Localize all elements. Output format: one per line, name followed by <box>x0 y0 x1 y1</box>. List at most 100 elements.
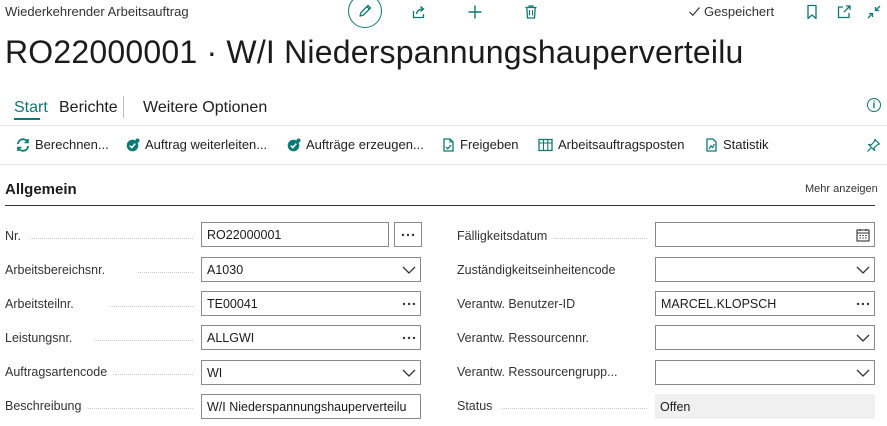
nr-assist-edit-button[interactable] <box>394 222 422 247</box>
arbeitsteilnr-value: TE00041 <box>207 296 258 311</box>
share-button[interactable] <box>411 4 427 20</box>
field-label-beschreibung: Beschreibung <box>5 399 82 413</box>
refresh-icon <box>17 137 29 152</box>
verantw-ressourcengruppe-dropdown[interactable] <box>655 360 875 385</box>
bookmark-icon <box>807 4 817 20</box>
tab-start[interactable]: Start <box>14 99 48 117</box>
section-title[interactable]: Allgemein <box>5 181 77 198</box>
action-freigeben[interactable]: Freigeben <box>442 137 519 152</box>
field-label-verantw-benutzer-id: Verantw. Benutzer-ID <box>457 297 576 311</box>
dropdown-toggle[interactable] <box>402 258 416 281</box>
collapse-arrows-icon <box>867 5 881 19</box>
pencil-icon <box>359 4 372 17</box>
auftragsartencode-value: WI <box>207 365 223 380</box>
field-label-zustaendigkeitseinheitencode: Zuständigkeitseinheitencode <box>457 263 616 277</box>
action-statistik-label: Statistik <box>723 137 769 152</box>
leader-dots <box>138 272 193 273</box>
zustaendigkeitseinheitencode-dropdown[interactable] <box>655 257 875 282</box>
dropdown-toggle[interactable] <box>402 361 416 384</box>
field-label-arbeitsbereichsnr: Arbeitsbereichsnr. <box>5 263 106 277</box>
new-button[interactable] <box>467 4 483 20</box>
status-field: Offen <box>655 394 875 419</box>
leader-dots <box>30 238 193 239</box>
date-picker-button[interactable] <box>856 223 870 246</box>
show-more-link[interactable]: Mehr anzeigen <box>805 183 878 195</box>
verantw-benutzer-id-value: MARCEL.KLOPSCH <box>661 296 777 311</box>
save-status: Gespeichert <box>688 4 774 19</box>
active-tab-indicator <box>14 118 40 120</box>
tab-berichte[interactable]: Berichte <box>59 99 118 117</box>
action-auftrag-weiterleiten[interactable]: Auftrag weiterleiten... <box>126 137 267 152</box>
dropdown-toggle[interactable] <box>856 361 870 384</box>
pin-icon <box>867 138 881 152</box>
trash-icon <box>525 5 537 19</box>
action-freigeben-label: Freigeben <box>460 137 519 152</box>
lookup-button[interactable] <box>856 292 870 315</box>
field-label-arbeitsteilnr: Arbeitsteilnr. <box>5 297 74 311</box>
edit-button[interactable] <box>348 0 382 28</box>
auftragsartencode-dropdown[interactable]: WI <box>201 360 421 385</box>
action-auftraege-erzeugen-label: Aufträge erzeugen... <box>306 137 424 152</box>
page-title: RO22000001 · W/I Niederspannungshauperve… <box>5 34 744 70</box>
section-divider <box>5 205 875 206</box>
beschreibung-field[interactable]: W/I Niederspannungshauperverteilu <box>201 394 421 419</box>
chevron-down-icon <box>856 334 870 342</box>
chevron-down-icon <box>402 369 416 377</box>
field-label-faelligkeitsdatum: Fälligkeitsdatum <box>457 229 548 243</box>
leistungsnr-field[interactable]: ALLGWI <box>201 325 421 350</box>
calendar-icon <box>856 228 870 242</box>
collapse-button[interactable] <box>866 4 882 20</box>
leader-dots <box>554 238 647 239</box>
chevron-down-icon <box>856 369 870 377</box>
field-label-verantw-ressourcengruppe: Verantw. Ressourcengrupp... <box>457 365 618 379</box>
tab-separator <box>123 96 124 118</box>
lookup-button[interactable] <box>402 326 416 349</box>
action-berechnen[interactable]: Berechnen... <box>16 137 109 152</box>
field-label-leistungsnr: Leistungsnr. <box>5 331 73 345</box>
tab-weitere-optionen[interactable]: Weitere Optionen <box>143 99 267 117</box>
delete-button[interactable] <box>523 4 539 20</box>
verantw-benutzer-id-field[interactable]: MARCEL.KLOPSCH <box>655 291 875 316</box>
ellipsis-icon <box>401 233 415 236</box>
arbeitsbereichsnr-value: A1030 <box>207 262 244 277</box>
action-auftraege-erzeugen[interactable]: Aufträge erzeugen... <box>287 137 424 152</box>
badge-check-icon <box>126 138 140 151</box>
page-caption: Wiederkehrender Arbeitsauftrag <box>5 4 189 19</box>
leistungsnr-value: ALLGWI <box>207 330 255 345</box>
field-label-nr: Nr. <box>5 229 21 243</box>
action-statistik[interactable]: Statistik <box>705 137 769 152</box>
leader-dots <box>94 340 193 341</box>
arbeitsteilnr-field[interactable]: TE00041 <box>201 291 421 316</box>
checkmark-icon <box>689 7 700 17</box>
dropdown-toggle[interactable] <box>856 258 870 281</box>
leader-dots <box>115 374 193 375</box>
leader-dots <box>502 408 647 409</box>
action-bar: Berechnen... Auftrag weiterleiten... Auf… <box>0 125 887 165</box>
pin-action-bar-button[interactable] <box>866 138 881 158</box>
ellipsis-icon <box>402 302 416 305</box>
action-berechnen-label: Berechnen... <box>35 137 109 152</box>
action-auftrag-weiterleiten-label: Auftrag weiterleiten... <box>145 137 268 152</box>
open-new-window-button[interactable] <box>836 4 852 20</box>
dropdown-toggle[interactable] <box>856 326 870 349</box>
action-arbeitsauftragsposten[interactable]: Arbeitsauftragsposten <box>538 137 684 152</box>
leader-dots <box>88 408 193 409</box>
nr-field[interactable]: RO22000001 <box>201 222 389 247</box>
chart-document-icon <box>706 137 717 152</box>
bookmark-button[interactable] <box>804 4 820 20</box>
verantw-ressourcennr-dropdown[interactable] <box>655 325 875 350</box>
document-icon <box>443 137 454 152</box>
faelligkeitsdatum-field[interactable] <box>655 222 875 247</box>
action-arbeitsauftragsposten-label: Arbeitsauftragsposten <box>558 137 685 152</box>
open-in-new-window-icon <box>837 5 851 19</box>
arbeitsbereichsnr-dropdown[interactable]: A1030 <box>201 257 421 282</box>
ellipsis-icon <box>402 336 416 339</box>
info-icon[interactable]: i <box>867 98 881 112</box>
badge-check-icon <box>287 138 301 151</box>
table-icon <box>538 138 553 151</box>
leader-dots <box>110 306 193 307</box>
plus-icon <box>468 5 482 19</box>
field-label-auftragsartencode: Auftragsartencode <box>5 365 108 379</box>
save-status-label: Gespeichert <box>704 4 775 19</box>
lookup-button[interactable] <box>402 292 416 315</box>
